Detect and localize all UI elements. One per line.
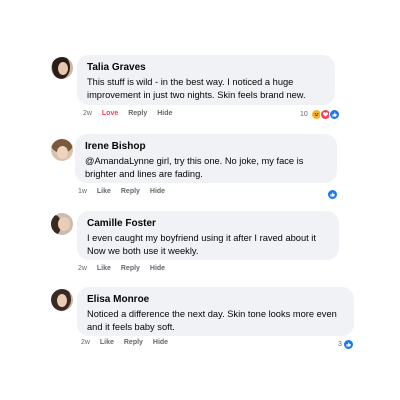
avatar[interactable] (51, 139, 73, 161)
comment-time[interactable]: 2w (78, 265, 87, 272)
commenter-name[interactable]: Talia Graves (87, 61, 325, 74)
like-icon (327, 189, 338, 200)
reply-button[interactable]: Reply (124, 339, 143, 346)
hide-button[interactable]: Hide (157, 110, 172, 117)
reaction-summary[interactable]: 10 (300, 109, 340, 120)
like-icon (342, 339, 354, 350)
comment-text: @AmandaLynne girl, try this one. No joke… (85, 156, 304, 179)
avatar[interactable] (51, 213, 73, 235)
like-icon (328, 109, 340, 120)
comment-bubble: Talia Graves This stuff is wild - in the… (77, 55, 335, 105)
comment-actions: 2w Like Reply Hide (78, 265, 173, 272)
avatar[interactable] (51, 57, 73, 79)
comment-time[interactable]: 2w (83, 110, 92, 117)
reaction-count: 10 (300, 111, 308, 118)
hide-button[interactable]: Hide (150, 265, 165, 272)
hide-button[interactable]: Hide (150, 188, 165, 195)
hide-button[interactable]: Hide (153, 339, 168, 346)
comment-actions: 1w Like Reply Hide (78, 188, 173, 195)
like-button[interactable]: Like (97, 188, 111, 195)
comment-time[interactable]: 1w (78, 188, 87, 195)
commenter-name[interactable]: Irene Bishop (85, 140, 327, 153)
comment-text: This stuff is wild - in the best way. I … (87, 77, 306, 100)
reply-button[interactable]: Reply (121, 265, 140, 272)
commenter-name[interactable]: Elisa Monroe (87, 293, 344, 306)
comment-text: Noticed a difference the next day. Skin … (87, 309, 337, 332)
avatar[interactable] (51, 289, 73, 311)
commenter-name[interactable]: Camille Foster (87, 217, 329, 230)
reply-button[interactable]: Reply (121, 188, 140, 195)
comment-actions: 2w Like Reply Hide (81, 339, 176, 346)
like-button[interactable]: Like (100, 339, 114, 346)
reaction-count: 3 (338, 341, 342, 348)
comment-text: I even caught my boyfriend using it afte… (87, 233, 316, 256)
reaction-summary[interactable]: 3 (338, 339, 354, 350)
like-button[interactable]: Like (97, 265, 111, 272)
comment-actions: 2w Love Reply Hide (83, 110, 180, 117)
comment-bubble: Elisa Monroe Noticed a difference the ne… (77, 287, 354, 336)
love-button[interactable]: Love (102, 110, 118, 117)
comment-bubble: Irene Bishop @AmandaLynne girl, try this… (75, 134, 337, 183)
comment-time[interactable]: 2w (81, 339, 90, 346)
comment-bubble: Camille Foster I even caught my boyfrien… (77, 211, 339, 260)
reply-button[interactable]: Reply (128, 110, 147, 117)
reaction-summary[interactable] (327, 189, 338, 200)
